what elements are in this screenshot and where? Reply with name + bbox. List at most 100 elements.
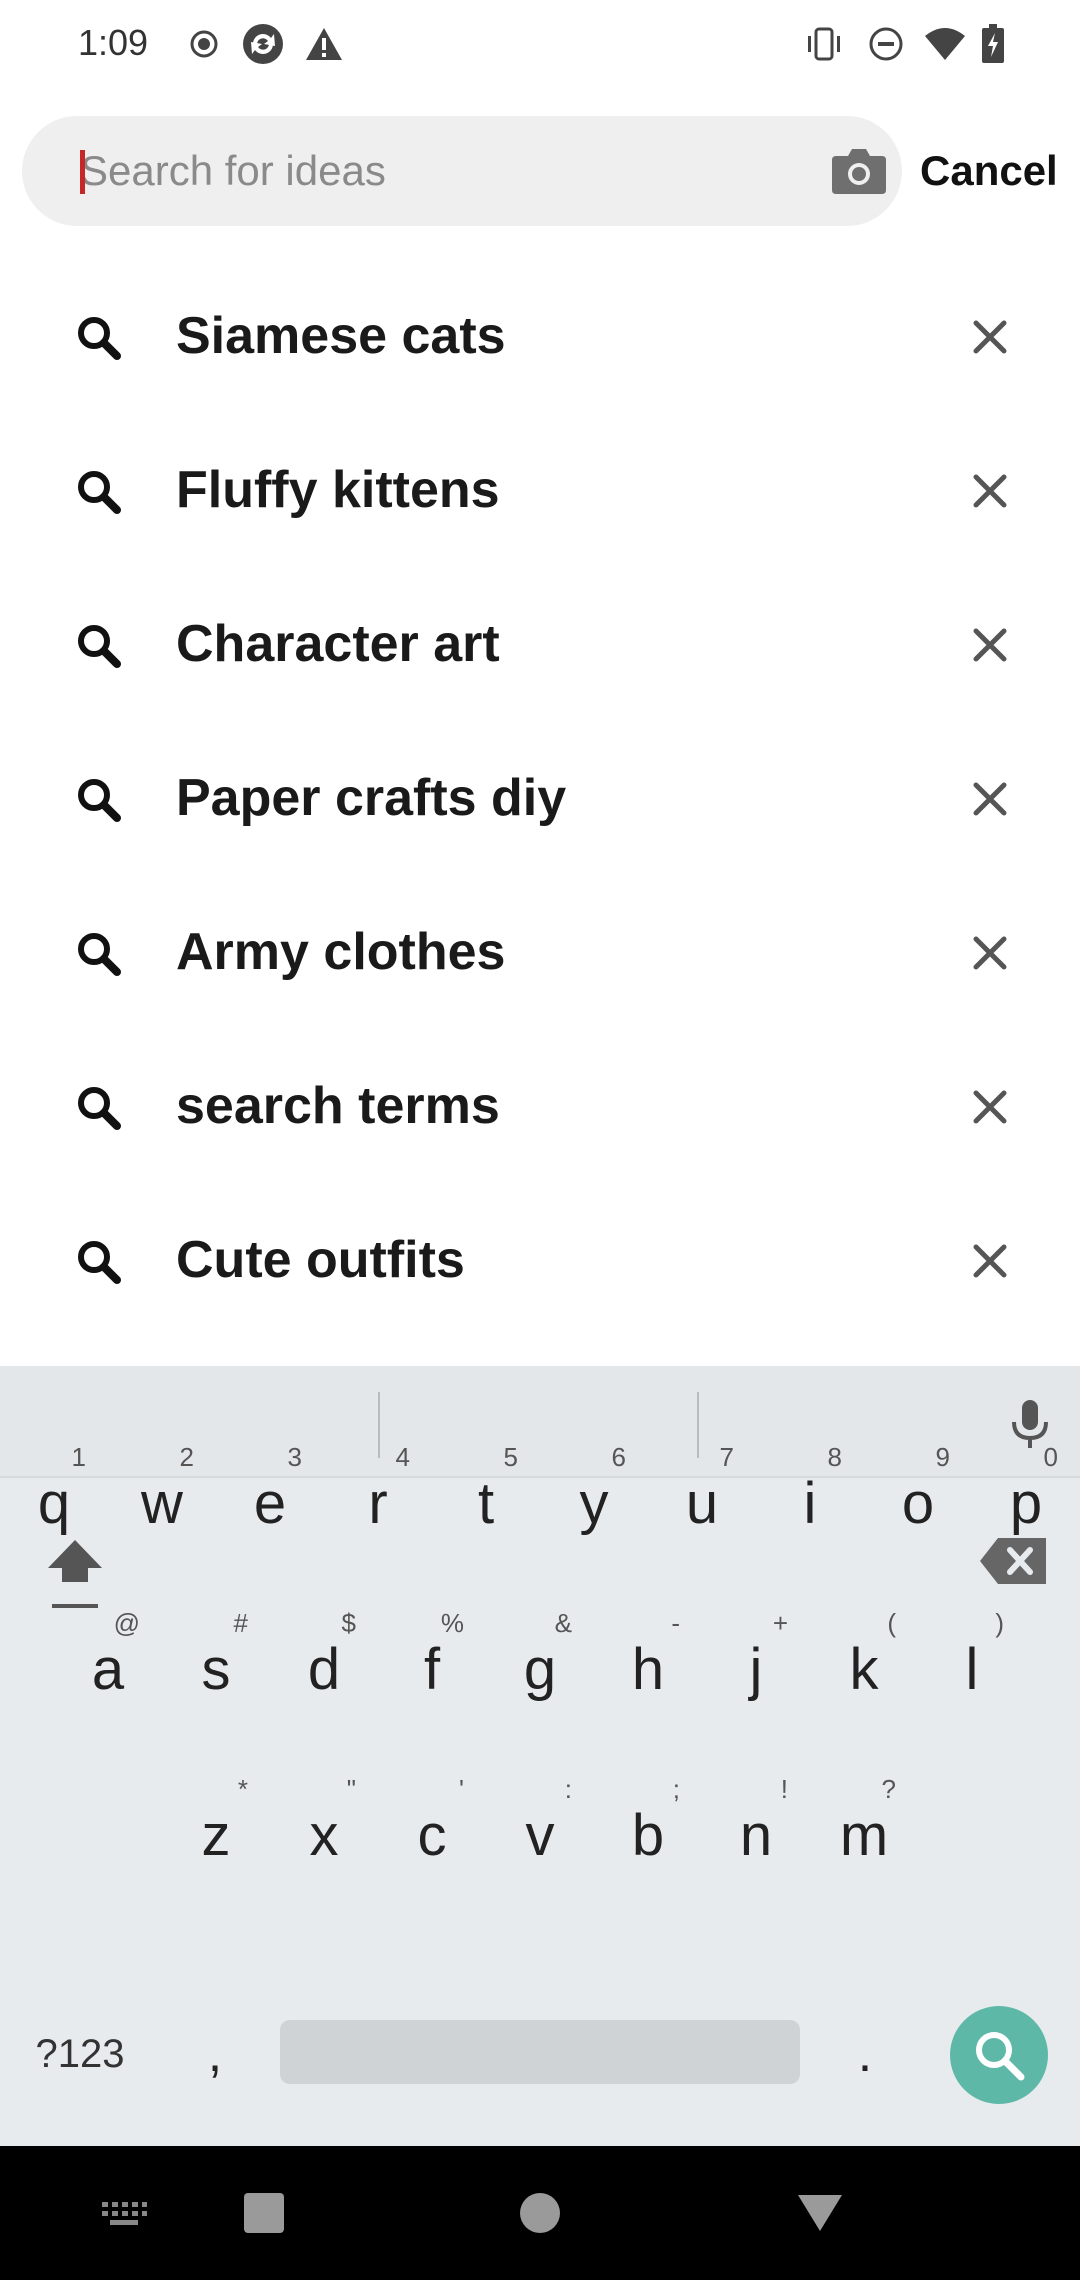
remove-recent-search-button[interactable]: [960, 1231, 1020, 1291]
search-icon: [74, 1083, 122, 1131]
recent-search-label: Siamese cats: [176, 307, 506, 365]
key-f[interactable]: f%: [382, 1582, 482, 1732]
close-icon: [973, 782, 1007, 816]
key-t[interactable]: t5: [436, 1416, 536, 1566]
recent-search-item[interactable]: search terms: [0, 1030, 1080, 1184]
shift-key[interactable]: [30, 1486, 120, 1636]
key-secondary-label: 8: [827, 1442, 842, 1472]
home-icon[interactable]: [500, 2146, 580, 2280]
key-secondary-label: 4: [395, 1442, 410, 1472]
search-icon: [976, 2032, 1025, 2081]
key-secondary-label: 5: [503, 1442, 518, 1472]
key-u[interactable]: u7: [652, 1416, 752, 1566]
key-label: e: [253, 1470, 287, 1536]
remove-recent-search-button[interactable]: [960, 1077, 1020, 1137]
key-b[interactable]: b;: [598, 1748, 698, 1898]
key-n[interactable]: n!: [706, 1748, 806, 1898]
key-label: u: [685, 1470, 719, 1536]
key-r[interactable]: r4: [328, 1416, 428, 1566]
close-icon: [973, 320, 1007, 354]
key-o[interactable]: o9: [868, 1416, 968, 1566]
key-h[interactable]: h-: [598, 1582, 698, 1732]
remove-recent-search-button[interactable]: [960, 461, 1020, 521]
key-secondary-label: +: [772, 1608, 788, 1638]
key-k[interactable]: k(: [814, 1582, 914, 1732]
search-icon: [74, 929, 122, 977]
key-d[interactable]: d $: [274, 1582, 374, 1732]
search-icon: [74, 467, 122, 515]
key-secondary-label: 2: [179, 1442, 194, 1472]
key-z[interactable]: z *: [166, 1748, 266, 1898]
keyboard-search-key[interactable]: [950, 2006, 1048, 2104]
remove-recent-search-button[interactable]: [960, 307, 1020, 367]
recent-search-item[interactable]: Paper crafts diy: [0, 722, 1080, 876]
key-g[interactable]: g &: [490, 1582, 590, 1732]
key-s[interactable]: s #: [166, 1582, 266, 1732]
remove-recent-search-button[interactable]: [960, 923, 1020, 983]
key-w[interactable]: w2: [112, 1416, 212, 1566]
status-time: 1:09: [78, 22, 149, 63]
recent-search-item[interactable]: Army clothes: [0, 876, 1080, 1030]
key-label: k: [849, 1636, 879, 1702]
key-label: d: [307, 1636, 341, 1702]
close-icon: [973, 1090, 1007, 1124]
key-secondary-label: (: [887, 1608, 896, 1638]
key-secondary-label: :: [564, 1774, 572, 1804]
search-input[interactable]: [80, 116, 800, 226]
key-e[interactable]: e3: [220, 1416, 320, 1566]
key-secondary-label: 9: [935, 1442, 950, 1472]
key-x[interactable]: x ": [274, 1748, 374, 1898]
cancel-button[interactable]: Cancel: [920, 116, 1080, 226]
recent-search-item[interactable]: Fluffy kittens: [0, 414, 1080, 568]
key-label: r: [368, 1470, 388, 1536]
key-label: b: [631, 1802, 665, 1868]
recent-search-item[interactable]: Siamese cats: [0, 260, 1080, 414]
close-icon: [973, 628, 1007, 662]
key-label: m: [839, 1802, 889, 1868]
key-label: s: [201, 1636, 231, 1702]
key-label: j: [749, 1636, 763, 1702]
warning-icon: [302, 22, 346, 66]
back-icon[interactable]: [780, 2146, 860, 2280]
backspace-key[interactable]: [960, 1486, 1050, 1636]
recent-search-item[interactable]: Cute outfits: [0, 1184, 1080, 1338]
key-label: o: [901, 1470, 935, 1536]
key-label: t: [477, 1470, 495, 1536]
recent-search-label: Army clothes: [176, 923, 506, 981]
key-label: x: [309, 1802, 339, 1868]
keyboard-switch-icon[interactable]: [86, 2146, 162, 2280]
key-y[interactable]: y6: [544, 1416, 644, 1566]
key-c[interactable]: c ': [382, 1748, 482, 1898]
key-i[interactable]: i8: [760, 1416, 860, 1566]
recent-search-label: search terms: [176, 1077, 500, 1135]
symbols-key[interactable]: ?123: [20, 1996, 140, 2112]
recent-search-label: Fluffy kittens: [176, 461, 500, 519]
key-secondary-label: 6: [611, 1442, 626, 1472]
recent-search-label: Paper crafts diy: [176, 769, 567, 827]
close-icon: [973, 936, 1007, 970]
recent-search-item[interactable]: Character art: [0, 568, 1080, 722]
key-secondary-label: ;: [672, 1774, 680, 1804]
battery-charging-icon: [976, 22, 1010, 66]
key-secondary-label: ?: [881, 1774, 896, 1804]
key-label: g: [523, 1636, 557, 1702]
key-secondary-label: ": [346, 1774, 356, 1804]
dnd-icon: [866, 22, 906, 66]
camera-icon[interactable]: [830, 146, 888, 196]
key-secondary-label: $: [341, 1608, 356, 1638]
search-icon: [74, 621, 122, 669]
key-secondary-label: *: [237, 1774, 248, 1804]
search-icon: [74, 1237, 122, 1285]
key-j[interactable]: j +: [706, 1582, 806, 1732]
remove-recent-search-button[interactable]: [960, 615, 1020, 675]
period-key[interactable]: .: [840, 1996, 890, 2112]
space-key[interactable]: [280, 2020, 800, 2084]
key-m[interactable]: m?: [814, 1748, 914, 1898]
key-v[interactable]: v:: [490, 1748, 590, 1898]
comma-key[interactable]: ,: [190, 1996, 240, 2112]
recents-icon[interactable]: [226, 2146, 302, 2280]
remove-recent-search-button[interactable]: [960, 769, 1020, 829]
recent-searches-list: Siamese cats Fluffy kittens Character art P…: [0, 260, 1080, 1338]
close-icon: [973, 474, 1007, 508]
key-secondary-label: 0: [1043, 1442, 1058, 1472]
